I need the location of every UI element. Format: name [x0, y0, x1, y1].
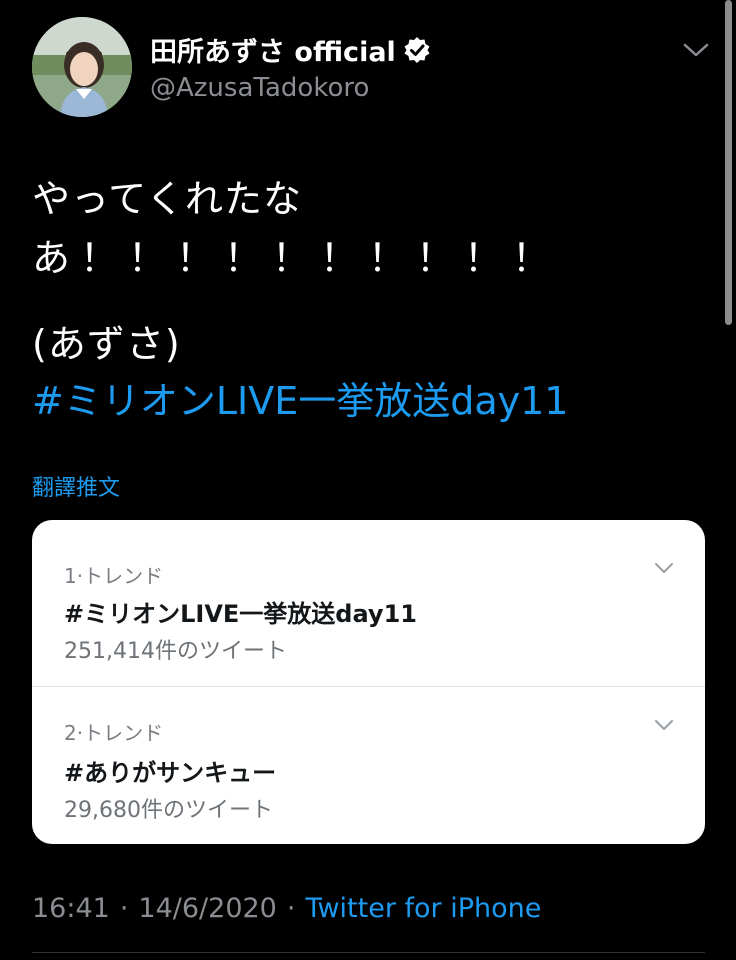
trend-tweet-count: 29,680件のツイート: [64, 798, 273, 823]
tweet-meta: 16:41 · 14/6/2020 · Twitter for iPhone: [32, 893, 541, 924]
verified-badge-icon: [402, 35, 432, 65]
scrollbar[interactable]: [725, 0, 732, 325]
chevron-down-icon[interactable]: [652, 560, 676, 576]
trend-rank: 1·トレンド: [64, 564, 164, 588]
user-handle[interactable]: @AzusaTadokoro: [150, 73, 369, 103]
translate-tweet-link[interactable]: 翻譯推文: [32, 470, 120, 502]
avatar-photo: [32, 17, 132, 117]
trend-tweet-count: 251,414件のツイート: [64, 639, 287, 664]
tweet: 田所あずさ official @AzusaTadokoro やってくれたな あ！…: [0, 0, 736, 960]
tweet-text-line-3: (あずさ): [32, 322, 181, 366]
trend-item[interactable]: 1·トレンド #ミリオンLIVE一挙放送day11 251,414件のツイート: [32, 526, 705, 686]
divider: [32, 952, 705, 953]
trend-name[interactable]: #ありがサンキュー: [64, 753, 276, 788]
trends-card: 1·トレンド #ミリオンLIVE一挙放送day11 251,414件のツイート …: [32, 520, 705, 844]
meta-separator: ·: [286, 893, 296, 924]
tweet-text-line-1: やってくれたな: [32, 177, 302, 221]
tweet-time[interactable]: 16:41: [32, 893, 110, 924]
chevron-down-icon[interactable]: [681, 40, 711, 60]
trend-name[interactable]: #ミリオンLIVE一挙放送day11: [64, 594, 417, 629]
tweet-source-link[interactable]: Twitter for iPhone: [305, 893, 541, 924]
display-name[interactable]: 田所あずさ official: [150, 30, 432, 69]
meta-separator: ·: [119, 893, 129, 924]
display-name-text: 田所あずさ official: [150, 37, 396, 68]
hashtag-link[interactable]: #ミリオンLIVE一挙放送day11: [32, 370, 568, 425]
chevron-down-icon[interactable]: [652, 717, 676, 733]
tweet-date[interactable]: 14/6/2020: [138, 893, 276, 924]
trend-item[interactable]: 2·トレンド #ありがサンキュー 29,680件のツイート: [32, 686, 705, 844]
tweet-text-line-2: あ！！！！！！！！！！: [32, 236, 561, 280]
avatar[interactable]: [32, 17, 132, 117]
trend-rank: 2·トレンド: [64, 721, 164, 745]
